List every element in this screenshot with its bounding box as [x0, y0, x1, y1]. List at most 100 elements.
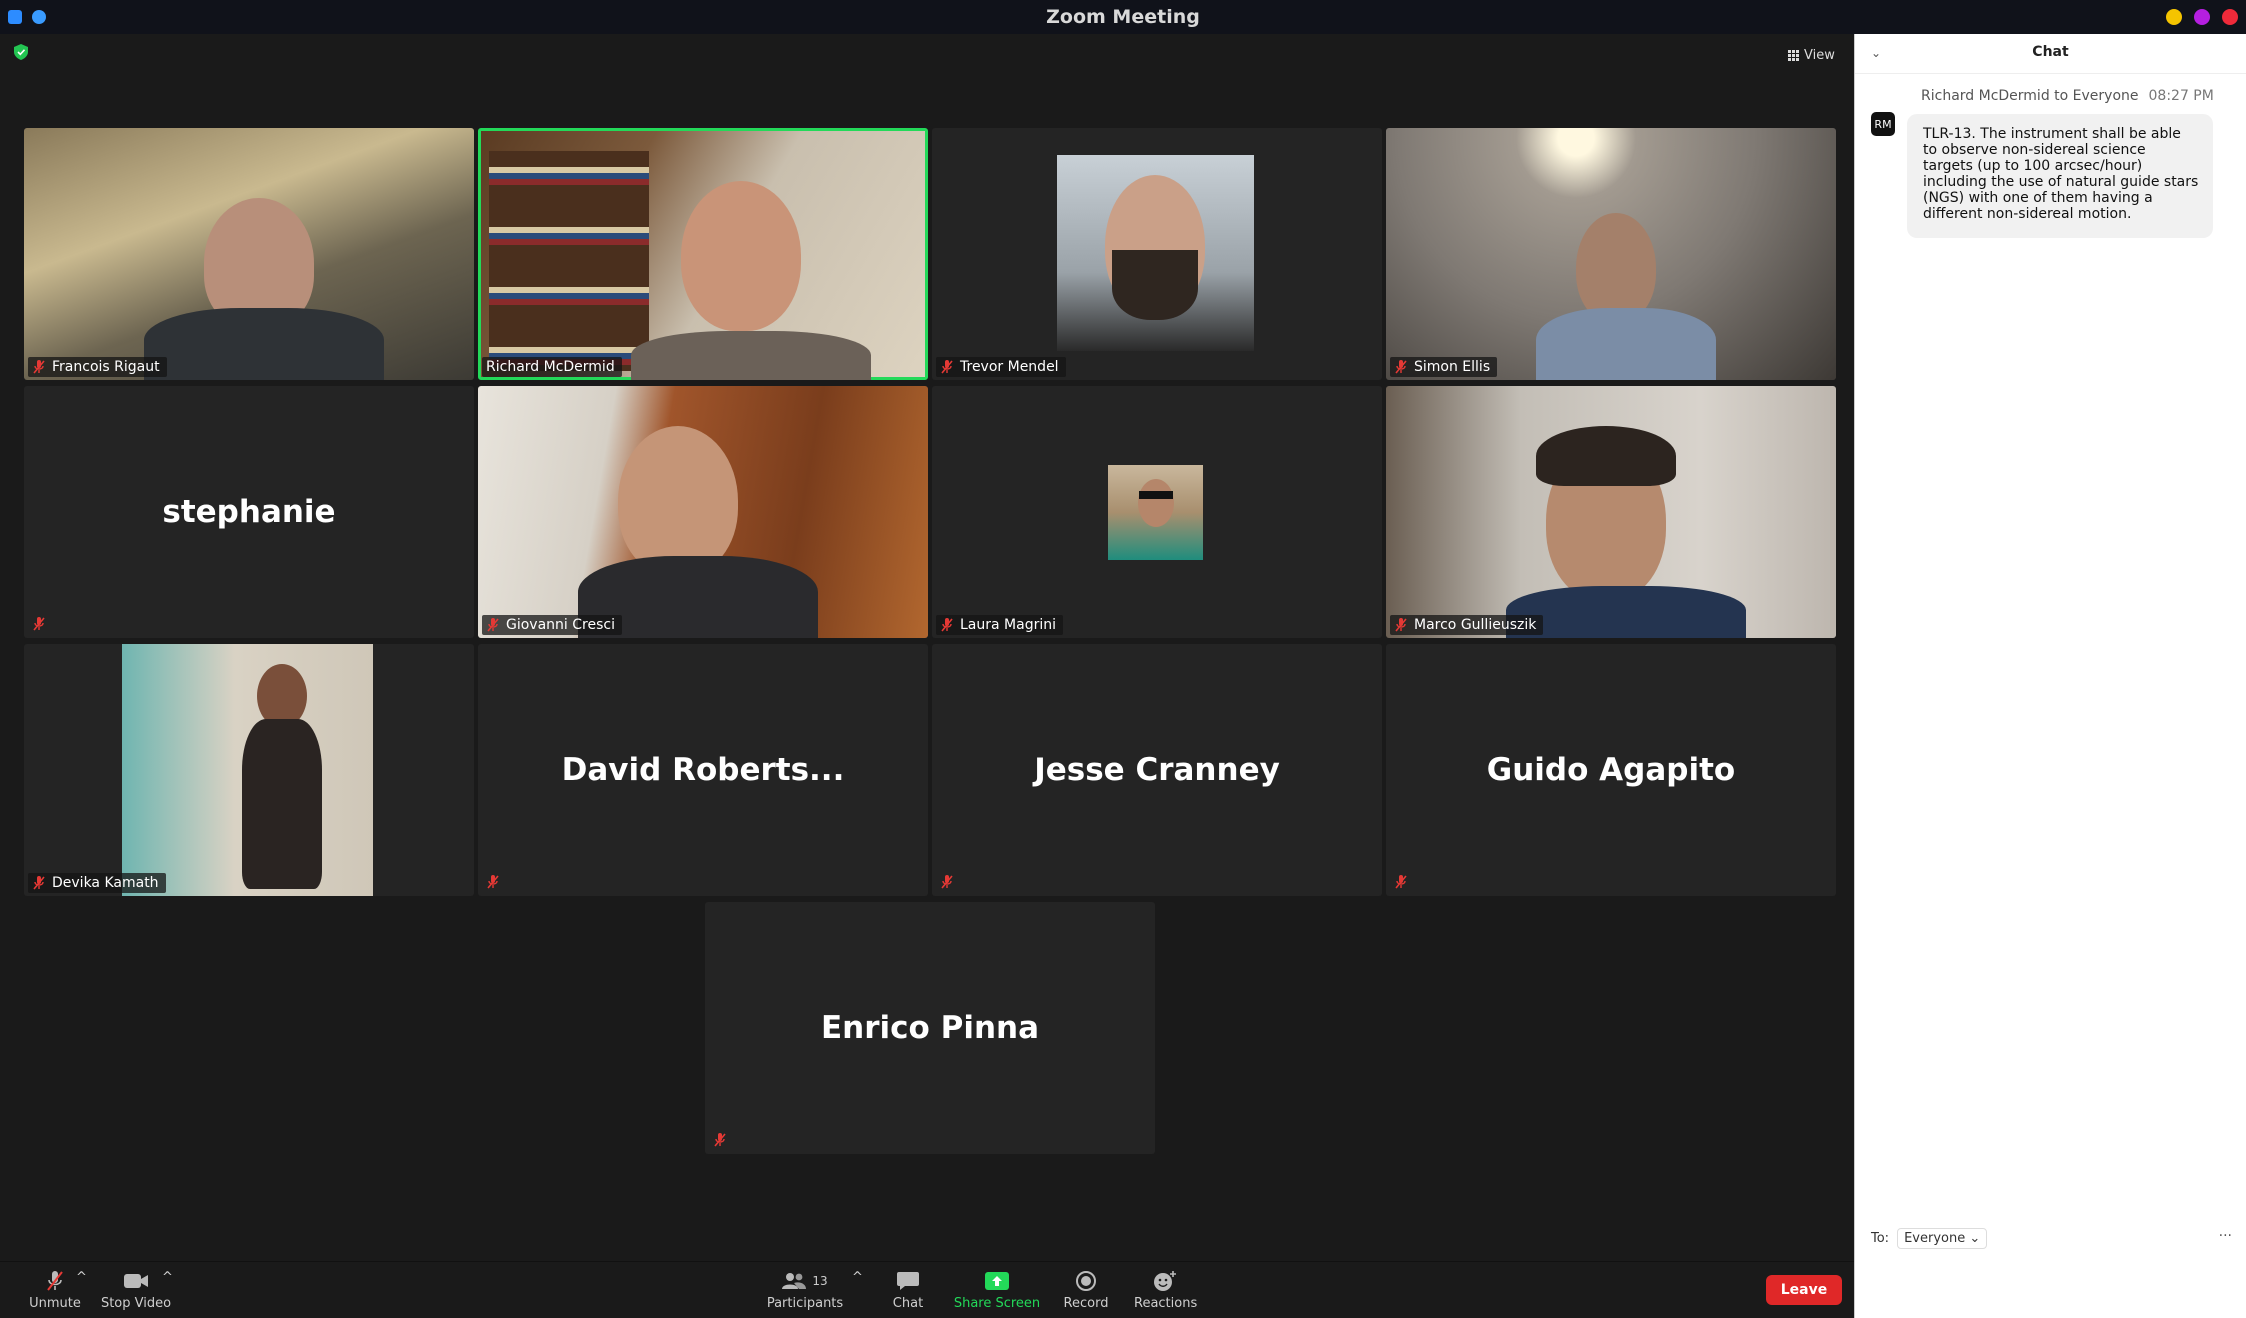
muted-mic-icon [1395, 360, 1407, 374]
participant-name: Devika Kamath [52, 875, 159, 891]
recipient-value: Everyone [1904, 1231, 1966, 1246]
participant-name-placeholder: David Roberts... [561, 752, 845, 788]
participant-name-placeholder: stephanie [162, 494, 336, 530]
view-label: View [1804, 48, 1835, 63]
participant-name-placeholder: Guido Agapito [1486, 752, 1736, 788]
participant-video [24, 128, 474, 380]
record-icon [1076, 1271, 1096, 1291]
participant-tile[interactable]: Simon Ellis [1386, 128, 1836, 380]
message-sender: Richard McDermid to Everyone [1921, 88, 2139, 104]
person-head [681, 181, 801, 331]
participants-options-chevron-icon[interactable]: ^ [852, 1270, 863, 1285]
participant-tile[interactable]: Enrico Pinna [705, 902, 1155, 1154]
participant-video [1386, 386, 1836, 638]
encryption-shield-icon[interactable] [14, 44, 28, 60]
participant-name-label: Richard McDermid [482, 357, 622, 377]
person-hair [1536, 426, 1676, 486]
muted-mic-icon [47, 1271, 63, 1291]
person-body [242, 719, 322, 889]
more-options-button[interactable]: ··· [2219, 1228, 2232, 1244]
sunglasses [1139, 491, 1173, 499]
muted-mic-icon [1395, 875, 1407, 889]
muted-mic-icon [1395, 618, 1407, 632]
person-head [1138, 479, 1174, 527]
share-screen-label: Share Screen [953, 1296, 1041, 1311]
participant-tile[interactable]: Francois Rigaut [24, 128, 474, 380]
participant-name: Francois Rigaut [52, 359, 160, 375]
video-gallery: View Francois Rigaut Richard McDermid Tr [0, 34, 1854, 1261]
video-camera-icon [124, 1274, 148, 1288]
participant-video [1108, 465, 1203, 560]
close-button[interactable] [2222, 9, 2238, 25]
window-controls [2166, 9, 2238, 25]
muted-mic-icon [714, 1133, 726, 1147]
participant-name-label: Giovanni Cresci [482, 615, 622, 635]
participant-name: Trevor Mendel [960, 359, 1059, 375]
participant-tile[interactable]: David Roberts... [478, 644, 928, 896]
video-options-chevron-icon[interactable]: ^ [162, 1270, 173, 1285]
audio-options-chevron-icon[interactable]: ^ [76, 1270, 87, 1285]
participant-name-label: Devika Kamath [28, 873, 166, 893]
participant-tile[interactable]: Marco Gullieuszik [1386, 386, 1836, 638]
person-body [144, 308, 384, 380]
participants-button[interactable]: 13 Participants [764, 1270, 846, 1311]
muted-mic-icon [941, 875, 953, 889]
to-label: To: [1871, 1231, 1890, 1246]
participant-name-label: Francois Rigaut [28, 357, 167, 377]
participant-tile[interactable]: stephanie [24, 386, 474, 638]
muted-mic-icon [33, 360, 45, 374]
participant-name: Laura Magrini [960, 617, 1056, 633]
message-time: 08:27 PM [2148, 88, 2214, 104]
person-head [1576, 213, 1656, 323]
share-screen-icon [985, 1272, 1009, 1290]
recipient-select[interactable]: Everyone ⌄ [1897, 1228, 1988, 1249]
participant-tile[interactable]: Trevor Mendel [932, 128, 1382, 380]
minimize-button[interactable] [2166, 9, 2182, 25]
avatar: RM [1871, 112, 1895, 136]
record-label: Record [1063, 1296, 1109, 1311]
participant-name-label: Laura Magrini [936, 615, 1063, 635]
muted-mic-icon [941, 618, 953, 632]
maximize-button[interactable] [2194, 9, 2210, 25]
participant-count: 13 [812, 1274, 828, 1288]
record-button[interactable]: Record [1062, 1270, 1110, 1311]
chat-header: ⌄ Chat [1855, 34, 2246, 74]
participant-tile-active-speaker[interactable]: Richard McDermid [478, 128, 928, 380]
view-button[interactable]: View [1788, 48, 1835, 63]
participant-video [1057, 155, 1254, 351]
participants-label: Participants [766, 1296, 844, 1311]
participant-tile[interactable]: Devika Kamath [24, 644, 474, 896]
share-screen-button[interactable]: Share Screen [952, 1270, 1042, 1311]
chat-button[interactable]: Chat [888, 1270, 928, 1311]
participant-video [122, 644, 373, 896]
participant-name-label: Simon Ellis [1390, 357, 1498, 377]
muted-mic-icon [487, 618, 499, 632]
participant-tile[interactable]: Giovanni Cresci [478, 386, 928, 638]
leave-button[interactable]: Leave [1766, 1275, 1842, 1305]
person-beard [1112, 250, 1198, 320]
chat-bubble-icon [897, 1272, 919, 1290]
participant-video [481, 131, 925, 380]
participant-tile[interactable]: Guido Agapito [1386, 644, 1836, 896]
title-bar: Zoom Meeting [0, 0, 2246, 34]
stop-video-label: Stop Video [100, 1296, 172, 1311]
reactions-button[interactable]: Reactions [1134, 1270, 1197, 1311]
participant-name-label: Marco Gullieuszik [1390, 615, 1544, 635]
muted-mic-icon [33, 617, 45, 631]
person-body [1536, 308, 1716, 380]
participant-tile[interactable]: Jesse Cranney [932, 644, 1382, 896]
participant-name: Richard McDermid [486, 359, 615, 375]
participant-video [478, 386, 928, 638]
muted-mic-icon [487, 875, 499, 889]
chat-title: Chat [2032, 44, 2069, 60]
window-title: Zoom Meeting [1046, 6, 1200, 28]
recipient-row: To: Everyone ⌄ [1871, 1228, 1988, 1249]
message-meta: Richard McDermid to Everyone 08:27 PM [1921, 88, 2214, 104]
person-body [631, 331, 871, 380]
chat-label: Chat [892, 1296, 924, 1311]
participant-video [1386, 128, 1836, 380]
participant-name-placeholder: Jesse Cranney [1034, 752, 1280, 788]
participant-tile[interactable]: Laura Magrini [932, 386, 1382, 638]
participant-name: Marco Gullieuszik [1414, 617, 1537, 633]
message-bubble: TLR-13. The instrument shall be able to … [1907, 114, 2213, 238]
